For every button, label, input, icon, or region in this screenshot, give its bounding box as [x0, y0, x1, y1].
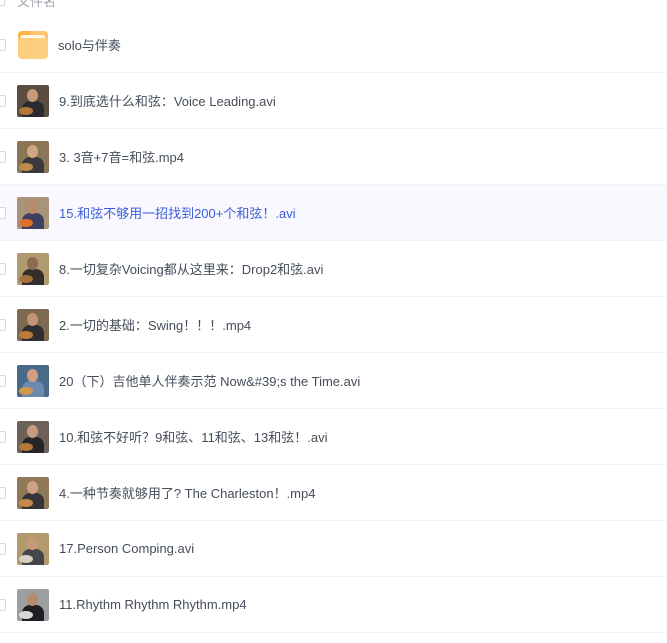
file-list-header: 文件名	[0, 0, 667, 16]
row-checkbox[interactable]	[0, 150, 6, 163]
file-row[interactable]: 15.和弦不够用一招找到200+个和弦！.avi	[0, 185, 667, 241]
video-thumbnail-icon	[17, 532, 49, 565]
file-name[interactable]: 11.Rhythm Rhythm Rhythm.mp4	[59, 597, 247, 612]
select-all-checkbox[interactable]	[0, 0, 5, 6]
row-checkbox[interactable]	[0, 318, 6, 331]
file-list: solo与伴奏 9.到底选什么和弦：Voice Leading.avi 3. 3音+…	[0, 17, 667, 633]
file-row[interactable]: 4.一种节奏就够用了? The Charleston！.mp4	[0, 465, 667, 521]
file-name[interactable]: 17.Person Comping.avi	[59, 541, 194, 556]
row-checkbox[interactable]	[0, 374, 6, 387]
column-header-filename[interactable]: 文件名	[17, 0, 56, 10]
file-row[interactable]: 17.Person Comping.avi	[0, 521, 667, 577]
file-row[interactable]: 20（下）吉他单人伴奏示范 Now&#39;s the Time.avi	[0, 353, 667, 409]
file-name[interactable]: 9.到底选什么和弦：Voice Leading.avi	[59, 91, 276, 110]
file-row[interactable]: 3. 3音+7音=和弦.mp4	[0, 129, 667, 185]
row-checkbox[interactable]	[0, 430, 6, 443]
folder-icon	[18, 30, 48, 59]
row-checkbox[interactable]	[0, 598, 6, 611]
video-thumbnail-icon	[17, 84, 49, 117]
video-thumbnail-icon	[17, 196, 49, 229]
row-checkbox[interactable]	[0, 542, 6, 555]
file-name[interactable]: solo与伴奏	[58, 35, 121, 54]
file-name[interactable]: 4.一种节奏就够用了? The Charleston！.mp4	[59, 483, 315, 502]
file-name[interactable]: 20（下）吉他单人伴奏示范 Now&#39;s the Time.avi	[59, 371, 360, 390]
video-thumbnail-icon	[17, 140, 49, 173]
video-thumbnail-icon	[17, 588, 49, 621]
file-row[interactable]: 8.一切复杂Voicing都从这里来：Drop2和弦.avi	[0, 241, 667, 297]
file-name[interactable]: 2.一切的基础：Swing！！！.mp4	[59, 315, 251, 334]
video-thumbnail-icon	[17, 252, 49, 285]
file-row[interactable]: 9.到底选什么和弦：Voice Leading.avi	[0, 73, 667, 129]
video-thumbnail-icon	[17, 364, 49, 397]
row-checkbox[interactable]	[0, 262, 6, 275]
row-checkbox[interactable]	[0, 486, 6, 499]
row-checkbox[interactable]	[0, 206, 6, 219]
file-row[interactable]: 11.Rhythm Rhythm Rhythm.mp4	[0, 577, 667, 633]
video-thumbnail-icon	[17, 420, 49, 453]
file-name[interactable]: 10.和弦不好听？9和弦、11和弦、13和弦！.avi	[59, 427, 328, 446]
file-name[interactable]: 8.一切复杂Voicing都从这里来：Drop2和弦.avi	[59, 259, 323, 278]
file-row[interactable]: 2.一切的基础：Swing！！！.mp4	[0, 297, 667, 353]
folder-row[interactable]: solo与伴奏	[0, 17, 667, 73]
file-name[interactable]: 15.和弦不够用一招找到200+个和弦！.avi	[59, 203, 296, 222]
file-row[interactable]: 10.和弦不好听？9和弦、11和弦、13和弦！.avi	[0, 409, 667, 465]
row-checkbox[interactable]	[0, 38, 6, 51]
file-name[interactable]: 3. 3音+7音=和弦.mp4	[59, 147, 184, 166]
video-thumbnail-icon	[17, 308, 49, 341]
row-checkbox[interactable]	[0, 94, 6, 107]
video-thumbnail-icon	[17, 476, 49, 509]
